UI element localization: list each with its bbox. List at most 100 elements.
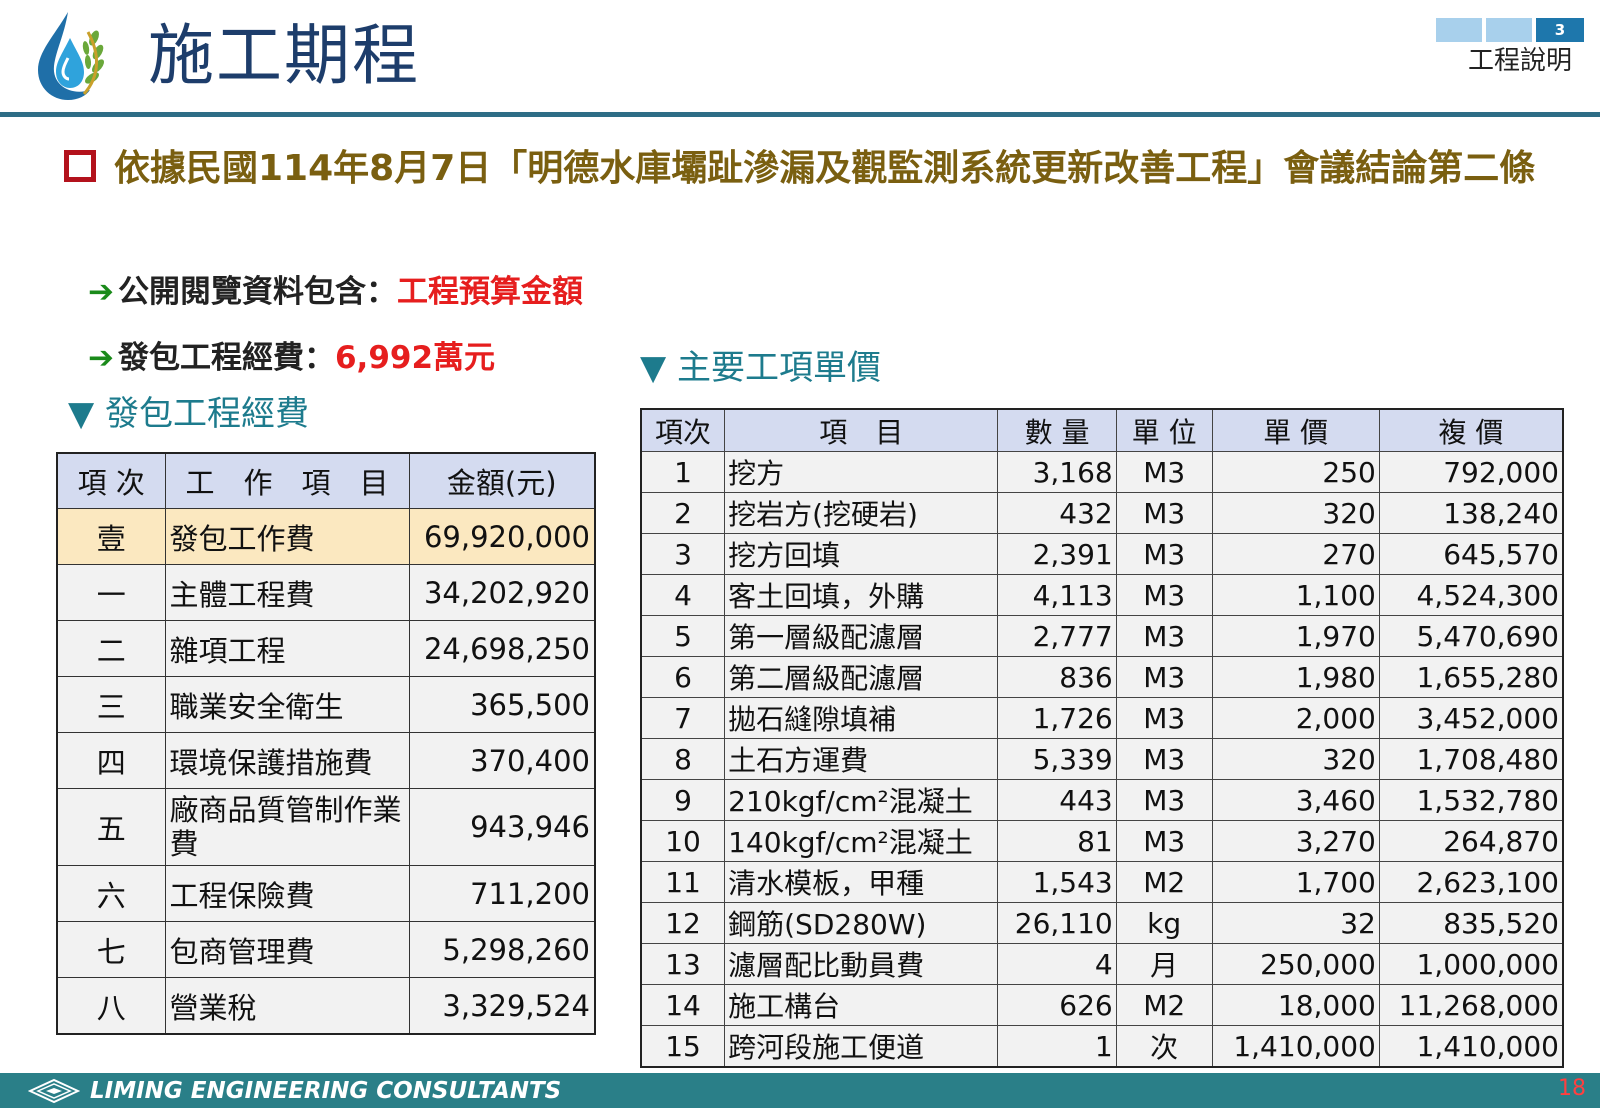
item-name: 拋石縫隙填補 [724, 697, 999, 739]
item-name: 營業稅 [164, 977, 410, 1035]
table-row: 2 挖岩方(挖硬岩) 432 M3 320 138,240 [640, 492, 1564, 534]
column-header: 複 價 [1378, 408, 1564, 452]
item-unit-price: 18,000 [1211, 984, 1380, 1026]
items-table-subtitle: ▼ 主要工項單價 [640, 348, 881, 388]
table-row: 五廠商品質管制作業費 943,946 [56, 788, 596, 866]
item-no: 7 [640, 697, 726, 739]
item-amount: 711,200 [408, 865, 596, 922]
table-row: 7 拋石縫隙填補 1,726 M3 2,000 3,452,000 [640, 697, 1564, 739]
item-name: 工程保險費 [164, 865, 410, 922]
item-quantity: 836 [997, 656, 1117, 698]
item-total-price: 1,708,480 [1378, 738, 1564, 780]
bullet-contract-cost: ➔ 發包工程經費：6,992萬元 [88, 336, 495, 380]
item-unit-price: 1,970 [1211, 615, 1380, 657]
company-name: LIMING ENGINEERING CONSULTANTS [90, 1078, 562, 1104]
section-label: 工程說明 [1467, 46, 1572, 76]
table-row: 4 客土回填，外購 4,113 M3 1,100 4,524,300 [640, 574, 1564, 616]
item-name: 140kgf/cm²混凝土 [724, 820, 999, 862]
arrow-right-icon: ➔ [88, 274, 114, 310]
bullet-value: 6,992萬元 [334, 340, 496, 376]
item-total-price: 4,524,300 [1378, 574, 1564, 616]
item-name: 挖岩方(挖硬岩) [724, 492, 999, 534]
item-no: 4 [640, 574, 726, 616]
page-number: 18 [1558, 1076, 1586, 1101]
item-no: 二 [56, 620, 166, 677]
item-name: 清水模板，甲種 [724, 861, 999, 903]
item-unit: M2 [1115, 861, 1213, 903]
item-total-price: 792,000 [1378, 451, 1564, 493]
item-no: 15 [640, 1025, 726, 1068]
item-unit-price: 250,000 [1211, 943, 1380, 985]
item-quantity: 443 [997, 779, 1117, 821]
item-quantity: 432 [997, 492, 1117, 534]
item-unit-price: 2,000 [1211, 697, 1380, 739]
item-quantity: 2,777 [997, 615, 1117, 657]
item-total-price: 2,623,100 [1378, 861, 1564, 903]
item-unit: M3 [1115, 574, 1213, 616]
column-header: 單 價 [1211, 408, 1380, 452]
bullet-value: 工程預算金額 [396, 274, 583, 310]
table-row: 11 清水模板，甲種 1,543 M2 1,700 2,623,100 [640, 861, 1564, 903]
item-name: 職業安全衛生 [164, 676, 410, 733]
table-row: 1 挖方 3,168 M3 250 792,000 [640, 451, 1564, 493]
item-total-price: 1,000,000 [1378, 943, 1564, 985]
table-row: 六工程保險費 711,200 [56, 865, 596, 922]
item-unit: M3 [1115, 779, 1213, 821]
item-unit: M3 [1115, 656, 1213, 698]
item-unit: M3 [1115, 697, 1213, 739]
item-no: 9 [640, 779, 726, 821]
budget-table-subtitle: ▼ 發包工程經費 [68, 394, 309, 434]
item-unit: kg [1115, 902, 1213, 944]
water-drop-logo-icon [38, 12, 104, 100]
arrow-right-icon: ➔ [88, 340, 114, 376]
column-header: 項 次 [56, 452, 166, 509]
item-name: 210kgf/cm²混凝土 [724, 779, 999, 821]
item-name: 主體工程費 [164, 564, 410, 621]
item-total-price: 5,470,690 [1378, 615, 1564, 657]
item-amount: 3,329,524 [408, 977, 596, 1035]
section-progress-indicator: 3 [1436, 18, 1584, 42]
item-unit-price: 1,700 [1211, 861, 1380, 903]
section-block [1436, 18, 1482, 42]
item-unit-price: 1,980 [1211, 656, 1380, 698]
item-no: 10 [640, 820, 726, 862]
item-quantity: 1 [997, 1025, 1117, 1068]
table-row: 三職業安全衛生 365,500 [56, 676, 596, 733]
item-unit-price: 3,460 [1211, 779, 1380, 821]
column-header: 單 位 [1115, 408, 1213, 452]
item-quantity: 81 [997, 820, 1117, 862]
item-unit: 次 [1115, 1025, 1213, 1068]
table-row: 9 210kgf/cm²混凝土 443 M3 3,460 1,532,780 [640, 779, 1564, 821]
item-name: 包商管理費 [164, 921, 410, 978]
main-heading-text: 依據民國114年8月7日「明德水庫壩趾滲漏及觀監測系統更新改善工程」會議結論第二… [114, 148, 1536, 189]
item-total-price: 3,452,000 [1378, 697, 1564, 739]
table-row: 四環境保護措施費 370,400 [56, 732, 596, 789]
section-block [1486, 18, 1532, 42]
item-unit: M3 [1115, 492, 1213, 534]
item-unit-price: 270 [1211, 533, 1380, 575]
item-no: 6 [640, 656, 726, 698]
column-header: 項 目 [724, 408, 999, 452]
item-no: 5 [640, 615, 726, 657]
item-name: 鋼筋(SD280W) [724, 902, 999, 944]
item-no: 2 [640, 492, 726, 534]
item-unit-price: 250 [1211, 451, 1380, 493]
table-header-row: 項 次 工 作 項 目 金額(元) [56, 452, 596, 509]
item-name: 挖方回填 [724, 533, 999, 575]
table-row: 8 土石方運費 5,339 M3 320 1,708,480 [640, 738, 1564, 780]
item-quantity: 626 [997, 984, 1117, 1026]
column-header: 項次 [640, 408, 726, 452]
company-emblem-icon [28, 1078, 80, 1104]
item-total-price: 645,570 [1378, 533, 1564, 575]
main-heading: 依據民國114年8月7日「明德水庫壩趾滲漏及觀監測系統更新改善工程」會議結論第二… [64, 142, 1574, 196]
item-name: 第一層級配濾層 [724, 615, 999, 657]
item-no: 14 [640, 984, 726, 1026]
item-name: 廠商品質管制作業費 [164, 788, 410, 866]
table-row: 3 挖方回填 2,391 M3 270 645,570 [640, 533, 1564, 575]
item-amount: 5,298,260 [408, 921, 596, 978]
column-header: 金額(元) [408, 452, 596, 509]
item-total-price: 1,410,000 [1378, 1025, 1564, 1068]
item-quantity: 26,110 [997, 902, 1117, 944]
item-name: 發包工作費 [164, 508, 410, 565]
table-header-row: 項次 項 目 數 量 單 位 單 價 複 價 [640, 408, 1564, 452]
